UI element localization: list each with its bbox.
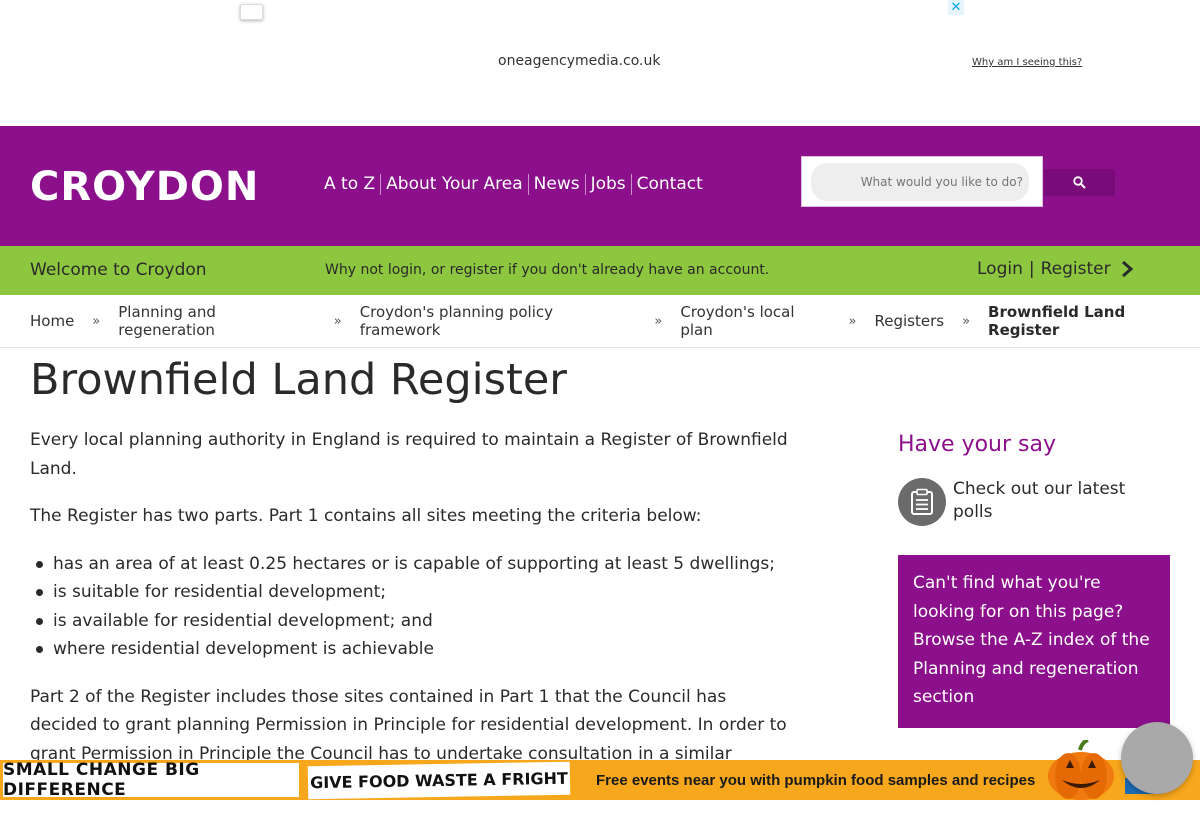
- chat-widget-button[interactable]: [1121, 722, 1193, 794]
- nav-jobs[interactable]: Jobs: [584, 174, 631, 195]
- banner-text: Free events near you with pumpkin food s…: [596, 772, 1036, 789]
- list-item: has an area of at least 0.25 hectares or…: [30, 550, 790, 579]
- top-nav: A to Z About Your Area News Jobs Contact: [324, 174, 708, 195]
- auth-separator: |: [1028, 259, 1035, 279]
- breadcrumb-separator: »: [654, 313, 663, 329]
- bottom-ad-banner[interactable]: SMALL CHANGE BIG DIFFERENCE GIVE FOOD WA…: [0, 740, 1200, 800]
- clipboard-icon: [898, 478, 946, 526]
- criteria-list: has an area of at least 0.25 hectares or…: [30, 550, 790, 664]
- az-index-box[interactable]: Can't find what you're looking for on th…: [898, 555, 1170, 728]
- nav-a-to-z[interactable]: A to Z: [324, 174, 380, 195]
- intro-paragraph: Every local planning authority in Englan…: [30, 430, 788, 479]
- chevron-right-icon[interactable]: [1120, 260, 1134, 278]
- list-item: where residential development is achieva…: [30, 635, 790, 664]
- auth-links: Login | Register: [977, 259, 1134, 279]
- croydon-logo[interactable]: CROYDON: [30, 164, 259, 210]
- breadcrumb-separator: »: [848, 313, 857, 329]
- nav-about-your-area[interactable]: About Your Area: [380, 174, 527, 195]
- ad-choices-box[interactable]: [240, 4, 263, 20]
- breadcrumb-separator: »: [92, 313, 101, 329]
- search-button[interactable]: [1044, 169, 1115, 196]
- breadcrumb-registers[interactable]: Registers: [874, 312, 944, 330]
- search-input[interactable]: [811, 163, 1029, 201]
- page-title: Brownfield Land Register: [30, 355, 567, 405]
- main-content: Every local planning authority in Englan…: [30, 426, 790, 816]
- site-header: CROYDON A to Z About Your Area News Jobs…: [0, 126, 1200, 246]
- breadcrumb-policy-framework[interactable]: Croydon's planning policy framework: [360, 303, 637, 339]
- parts-paragraph: The Register has two parts. Part 1 conta…: [30, 506, 702, 526]
- list-item: is suitable for residential development;: [30, 578, 790, 607]
- have-your-say-heading: Have your say: [898, 432, 1056, 457]
- breadcrumb-home[interactable]: Home: [30, 312, 74, 330]
- breadcrumb-planning[interactable]: Planning and regeneration: [118, 303, 315, 339]
- breadcrumb-separator: »: [333, 313, 342, 329]
- register-link[interactable]: Register: [1041, 259, 1111, 279]
- breadcrumb-separator: »: [962, 313, 971, 329]
- ad-why-link[interactable]: Why am I seeing this?: [972, 57, 1082, 68]
- banner-headline: GIVE FOOD WASTE A FRIGHT: [307, 761, 571, 800]
- welcome-title: Welcome to Croydon: [30, 260, 207, 280]
- nav-news[interactable]: News: [527, 174, 585, 195]
- pumpkin-icon: [1048, 740, 1114, 800]
- list-item: is available for residential development…: [30, 607, 790, 636]
- breadcrumb: Home » Planning and regeneration » Croyd…: [0, 295, 1200, 348]
- breadcrumb-current: Brownfield Land Register: [988, 303, 1126, 339]
- breadcrumb-local-plan[interactable]: Croydon's local plan: [680, 303, 830, 339]
- ad-domain[interactable]: oneagencymedia.co.uk: [498, 53, 661, 69]
- polls-link-text[interactable]: Check out our latest polls: [953, 478, 1153, 524]
- login-link[interactable]: Login: [977, 259, 1023, 279]
- search-icon: [1073, 176, 1086, 189]
- banner-slogan: SMALL CHANGE BIG DIFFERENCE: [3, 760, 299, 800]
- welcome-message: Why not login, or register if you don't …: [325, 262, 770, 278]
- nav-contact[interactable]: Contact: [630, 174, 708, 195]
- welcome-bar: Welcome to Croydon Why not login, or reg…: [0, 246, 1200, 295]
- ad-strip: oneagencymedia.co.uk ✕ Why am I seeing t…: [0, 0, 1200, 126]
- ad-close-icon[interactable]: ✕: [948, 0, 964, 15]
- polls-link[interactable]: Check out our latest polls: [898, 478, 1153, 526]
- search-box: [801, 156, 1043, 207]
